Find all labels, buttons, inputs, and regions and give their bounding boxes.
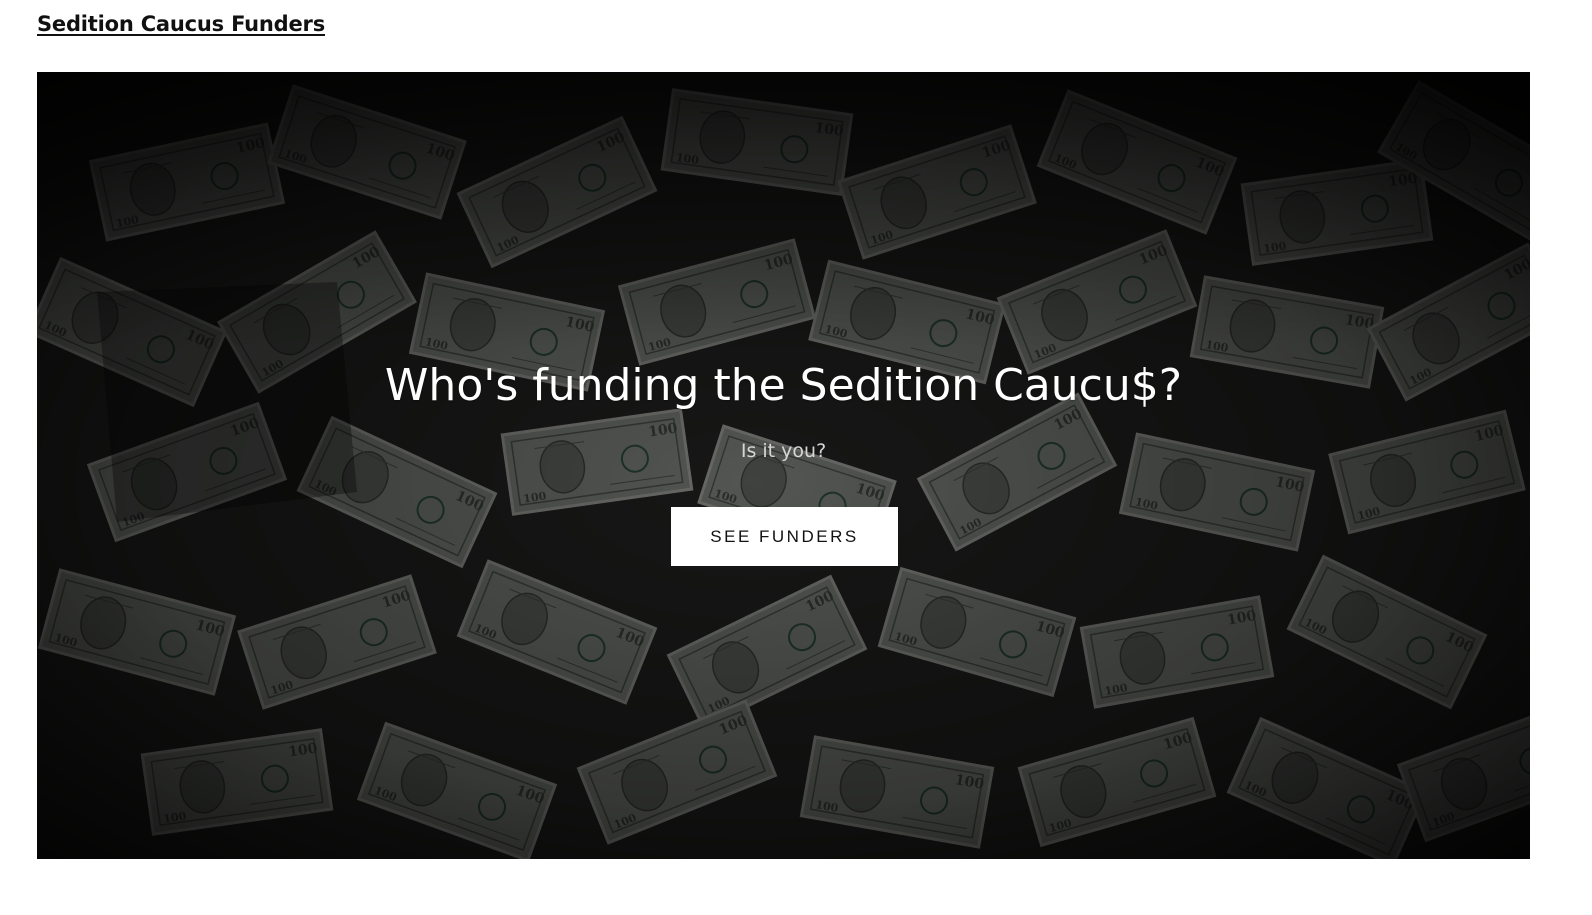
hero-subtitle: Is it you? (740, 440, 827, 462)
site-title-link[interactable]: Sedition Caucus Funders (37, 12, 325, 36)
see-funders-button[interactable]: SEE FUNDERS (671, 507, 898, 566)
hero-content: Who's funding the Sedition Caucu$? Is it… (37, 72, 1530, 859)
hero-title: Who's funding the Sedition Caucu$? (384, 360, 1183, 411)
hero-banner: 100 100 (37, 72, 1530, 859)
site-header: Sedition Caucus Funders (37, 12, 325, 42)
